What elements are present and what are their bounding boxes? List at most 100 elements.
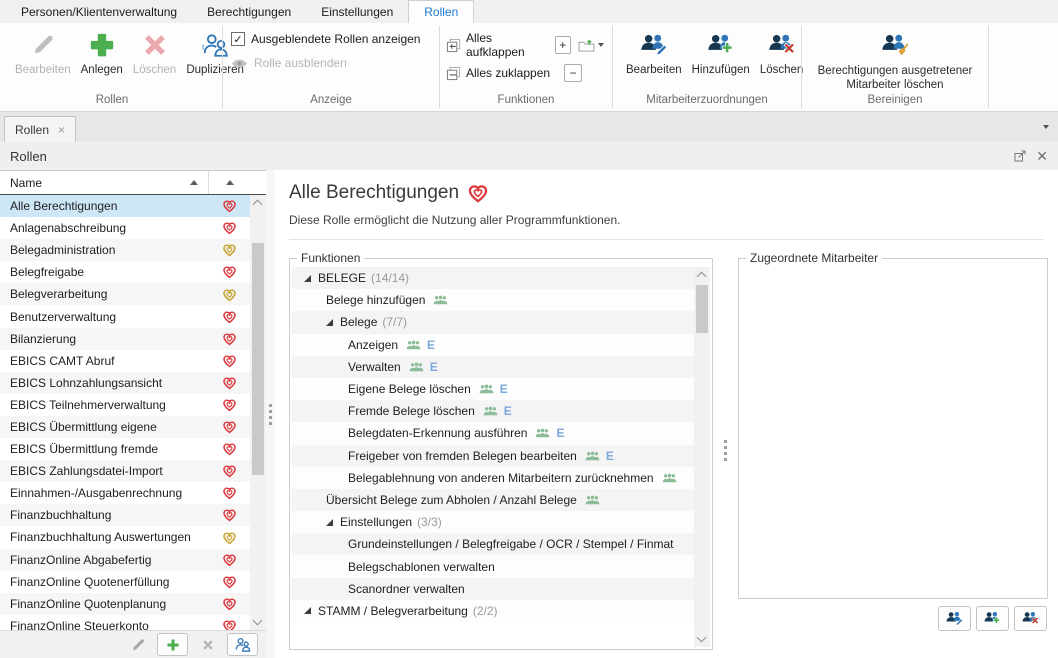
scroll-down-icon[interactable] [253,616,263,626]
roles-list-scrollbar[interactable] [250,195,266,630]
scroll-down-icon[interactable] [697,633,707,643]
show-hidden-roles-row[interactable]: ✓ Ausgeblendete Rollen anzeigen [231,32,431,46]
member-edit-button[interactable]: Bearbeiten [621,24,687,77]
close-panel-icon[interactable]: ✕ [1036,149,1048,163]
e-badge: E [556,426,564,440]
document-tab-rollen[interactable]: Rollen × [4,116,76,142]
ribbon-group-rollen: Bearbeiten Anlegen Löschen [4,23,220,111]
add-role-button[interactable]: Anlegen [76,24,128,77]
tree-expander-icon[interactable] [304,607,311,614]
ribbon-tab-rollen[interactable]: Rollen [408,0,474,23]
x-icon [141,27,169,63]
role-list-item[interactable]: Anlagenabschreibung [0,217,250,239]
heart-icon [222,221,237,235]
role-list-item[interactable]: EBICS CAMT Abruf [0,350,250,372]
tree-leaf-node[interactable]: Anzeigen E [292,334,694,356]
roles-list-toolbar [0,630,266,658]
tree-leaf-node[interactable]: Übersicht Belege zum Abholen / Anzahl Be… [292,489,694,511]
tree-group-node[interactable]: Einstellungen(3/3) [292,511,694,533]
scroll-up-icon[interactable] [253,200,263,210]
scrollbar-thumb[interactable] [252,243,264,475]
tree-leaf-node[interactable]: Verwalten E [292,356,694,378]
delete-role-button[interactable]: Löschen [128,24,181,77]
delete-role-small-button[interactable] [192,633,223,656]
scroll-up-icon[interactable] [697,272,707,282]
role-list-item[interactable]: FinanzOnline Steuerkonto [0,615,250,630]
close-tab-icon[interactable]: × [58,123,65,137]
ribbon-tab-berechtigungen[interactable]: Berechtigungen [192,0,306,23]
people-icon [585,495,600,505]
tree-group-node[interactable]: Belege(7/7) [292,311,694,333]
role-list-item[interactable]: Benutzerverwaltung [0,305,250,327]
tree-group-node[interactable]: STAMM / Belegverarbeitung(2/2) [292,600,694,622]
ribbon-tab-einstellungen[interactable]: Einstellungen [306,0,408,23]
clean-permissions-button[interactable]: Berechtigungen ausgetretener Mitarbeiter… [806,24,984,94]
expand-all-button[interactable]: Alles aufklappen [466,31,550,59]
collapse-minus-button[interactable]: − [564,64,582,82]
hide-role-button[interactable]: Rolle ausblenden [231,56,431,70]
chevron-down-icon [598,43,604,47]
popout-icon[interactable] [1014,150,1026,162]
collapse-all-button[interactable]: Alles zuklappen [466,66,559,80]
tree-expander-icon[interactable] [326,319,333,326]
role-list-item[interactable]: FinanzOnline Quotenerfüllung [0,571,250,593]
ribbon-tab-personen[interactable]: Personen/Klientenverwaltung [6,0,192,23]
tree-node-count: (3/3) [417,515,442,529]
vertical-splitter[interactable] [266,170,275,658]
tree-leaf-node[interactable]: Belegschablonen verwalten [292,555,694,577]
tree-leaf-node[interactable]: Grundeinstellungen / Belegfreigabe / OCR… [292,533,694,555]
member-add-small-button[interactable] [976,606,1009,631]
role-list-item[interactable]: Finanzbuchhaltung Auswertungen [0,526,250,548]
role-list-item[interactable]: FinanzOnline Abgabefertig [0,549,250,571]
e-badge: E [427,338,435,352]
tree-leaf-node[interactable]: Belegdaten-Erkennung ausführen E [292,422,694,444]
panel-title: Rollen [10,149,47,164]
functions-tree-scrollbar[interactable] [694,267,710,647]
edit-role-small-button[interactable] [122,633,153,656]
role-list-item[interactable]: Belegfreigabe [0,261,250,283]
role-list-item[interactable]: EBICS Übermittlung fremde [0,438,250,460]
people-add-icon [983,611,1002,626]
member-edit-small-button[interactable] [938,606,971,631]
edit-role-button[interactable]: Bearbeiten [10,24,76,77]
tree-leaf-node[interactable]: Freigeber von fremden Belegen bearbeiten… [292,445,694,467]
tree-leaf-node[interactable]: Belegablehnung von anderen Mitarbeitern … [292,467,694,489]
tree-group-node[interactable]: BELEGE(14/14) [292,267,694,289]
heart-icon [222,486,237,500]
plus-icon [88,27,116,63]
role-list-item[interactable]: EBICS Zahlungsdatei-Import [0,460,250,482]
role-list-item[interactable]: FinanzOnline Quotenplanung [0,593,250,615]
column-header-name[interactable]: Name [0,176,208,190]
role-list-item[interactable]: Finanzbuchhaltung [0,504,250,526]
column-header-heart[interactable] [208,171,250,194]
tree-leaf-node[interactable]: Belege hinzufügen [292,289,694,311]
tree-leaf-node[interactable]: Eigene Belege löschen E [292,378,694,400]
role-list-item[interactable]: Belegverarbeitung [0,283,250,305]
duplicate-role-small-button[interactable] [227,633,258,656]
group-caption-rollen: Rollen [8,94,216,111]
people-icon [409,362,424,372]
scrollbar-thumb[interactable] [696,285,708,333]
panel-splitter[interactable] [713,251,738,650]
expand-plus-button[interactable]: + [555,36,571,54]
role-list-item[interactable]: Alle Berechtigungen [0,195,250,217]
tree-leaf-node[interactable]: Fremde Belege löschen E [292,400,694,422]
tree-leaf-node[interactable]: Scanordner verwalten [292,578,694,600]
role-list-item[interactable]: EBICS Teilnehmerverwaltung [0,394,250,416]
role-list-item[interactable]: Bilanzierung [0,328,250,350]
heart-icon [222,199,237,213]
member-add-button[interactable]: Hinzufügen [687,24,755,77]
role-list-item[interactable]: Einnahmen-/Ausgabenrechnung [0,482,250,504]
role-list-item[interactable]: Belegadministration [0,239,250,261]
folder-dropdown-button[interactable] [576,38,606,53]
member-delete-small-button[interactable] [1014,606,1047,631]
role-list-item[interactable]: EBICS Lohnzahlungsansicht [0,372,250,394]
tree-expander-icon[interactable] [304,275,311,282]
role-list-item[interactable]: EBICS Übermittlung eigene [0,416,250,438]
tree-expander-icon[interactable] [326,519,333,526]
show-hidden-roles-checkbox[interactable]: ✓ [231,32,245,46]
role-description: Diese Rolle ermöglicht die Nutzung aller… [289,213,1044,240]
add-role-small-button[interactable] [157,633,188,656]
group-caption-anzeige: Anzeige [229,94,433,111]
tab-list-dropdown-icon[interactable] [1043,125,1049,129]
